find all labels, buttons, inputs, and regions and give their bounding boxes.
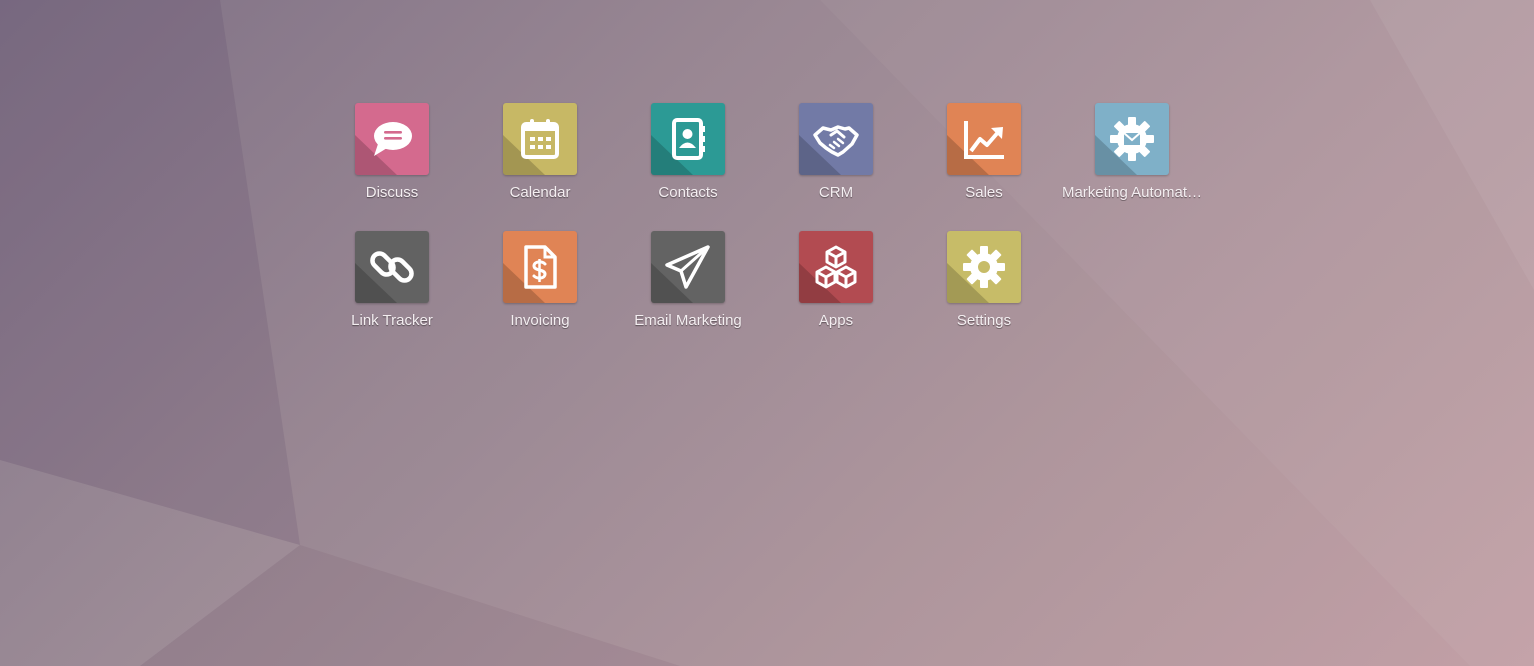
- app-tile-settings[interactable]: Settings: [910, 231, 1058, 359]
- trending-chart-icon: [964, 121, 1004, 159]
- app-grid: Discuss Calendar Contacts CRM Sales Mark…: [318, 103, 1218, 359]
- app-icon-calendar[interactable]: [503, 103, 577, 175]
- app-tile-calendar[interactable]: Calendar: [466, 103, 614, 231]
- app-tile-marketing-automation[interactable]: Marketing Automat…: [1058, 103, 1206, 231]
- cubes-icon: [815, 245, 857, 289]
- app-label: Settings: [956, 312, 1012, 329]
- app-icon-sales[interactable]: [947, 103, 1021, 175]
- app-icon-link-tracker[interactable]: [355, 231, 429, 303]
- app-icon-invoicing[interactable]: [503, 231, 577, 303]
- app-tile-discuss[interactable]: Discuss: [318, 103, 466, 231]
- gear-envelope-icon: [1110, 117, 1154, 161]
- app-icon-settings[interactable]: [947, 231, 1021, 303]
- chat-bubble-icon: [374, 122, 412, 156]
- invoice-dollar-icon: [524, 245, 557, 289]
- app-icon-email-marketing[interactable]: [651, 231, 725, 303]
- app-tile-sales[interactable]: Sales: [910, 103, 1058, 231]
- app-icon-marketing-automation[interactable]: [1095, 103, 1169, 175]
- app-icon-apps[interactable]: [799, 231, 873, 303]
- app-icon-contacts[interactable]: [651, 103, 725, 175]
- app-tile-contacts[interactable]: Contacts: [614, 103, 762, 231]
- app-tile-link-tracker[interactable]: Link Tracker: [318, 231, 466, 359]
- app-label: Marketing Automat…: [1061, 184, 1203, 201]
- app-label: Discuss: [365, 184, 419, 201]
- handshake-icon: [813, 125, 859, 157]
- chain-link-icon: [370, 251, 414, 283]
- app-label: Invoicing: [510, 312, 570, 329]
- app-icon-discuss[interactable]: [355, 103, 429, 175]
- app-label: Link Tracker: [351, 312, 433, 329]
- app-label: Sales: [965, 184, 1003, 201]
- app-tile-crm[interactable]: CRM: [762, 103, 910, 231]
- app-label: Email Marketing: [634, 312, 742, 329]
- app-label: Calendar: [509, 184, 571, 201]
- app-label: CRM: [818, 184, 854, 201]
- app-tile-apps[interactable]: Apps: [762, 231, 910, 359]
- app-label: Contacts: [658, 184, 718, 201]
- app-label: Apps: [818, 312, 854, 329]
- calendar-icon: [521, 119, 559, 159]
- address-book-icon: [672, 118, 705, 160]
- app-icon-crm[interactable]: [799, 103, 873, 175]
- app-tile-invoicing[interactable]: Invoicing: [466, 231, 614, 359]
- app-tile-email-marketing[interactable]: Email Marketing: [614, 231, 762, 359]
- paper-plane-icon: [665, 245, 710, 289]
- gear-icon: [963, 246, 1005, 288]
